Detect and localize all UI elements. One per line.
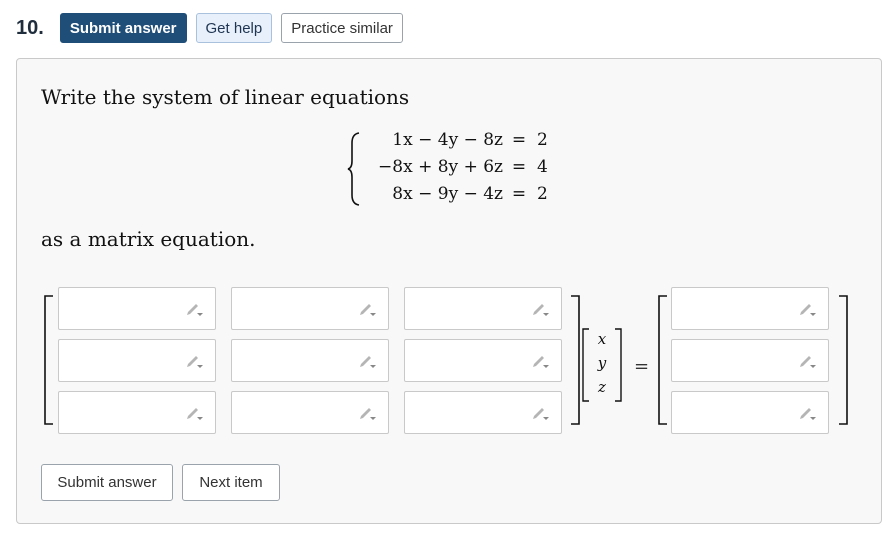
prompt-intro: Write the system of linear equations: [41, 85, 410, 109]
prompt-outro: as a matrix equation.: [41, 227, 256, 251]
pencil-icon[interactable]: [185, 302, 205, 318]
coefficient-cell-r3c2[interactable]: [231, 391, 389, 434]
question-toolbar: 10. Submit answer Get help Practice simi…: [16, 12, 412, 44]
equals-sign: =: [511, 130, 527, 150]
variable-vector: x y z: [582, 268, 622, 402]
pencil-icon[interactable]: [531, 354, 551, 370]
pencil-icon[interactable]: [185, 406, 205, 422]
vector-left-bracket: [582, 328, 589, 402]
coefficient-cell-r2c1[interactable]: [58, 339, 216, 382]
equation-row-3: 8x − 9y − 4z = 2: [347, 181, 587, 207]
equation-rhs: 4: [537, 157, 548, 177]
constant-cell-2[interactable]: [671, 339, 829, 382]
constant-right-bracket: [839, 295, 848, 425]
get-help-button[interactable]: Get help: [195, 13, 273, 43]
equation-rhs: 2: [537, 130, 548, 150]
practice-similar-button[interactable]: Practice similar: [281, 13, 403, 43]
equals-sign: =: [511, 184, 527, 204]
pencil-icon[interactable]: [358, 302, 378, 318]
coefficient-cell-r1c1[interactable]: [58, 287, 216, 330]
coefficient-cell-r1c2[interactable]: [231, 287, 389, 330]
equation-rhs: 2: [537, 184, 548, 204]
variable-z: z: [598, 378, 606, 396]
equation-system: 1x − 4y − 8z = 2 −8x + 8y + 6z = 4 8x − …: [347, 123, 587, 211]
coefficient-cell-r2c2[interactable]: [231, 339, 389, 382]
coefficient-cell-r3c1[interactable]: [58, 391, 216, 434]
constant-cell-1[interactable]: [671, 287, 829, 330]
submit-answer-button[interactable]: Submit answer: [59, 13, 187, 43]
next-item-button[interactable]: Next item: [182, 464, 280, 501]
pencil-icon[interactable]: [798, 302, 818, 318]
pencil-icon[interactable]: [185, 354, 205, 370]
vector-right-bracket: [615, 328, 622, 402]
equation-lhs: 1x − 4y − 8z: [392, 130, 503, 150]
matrix-equals-sign: =: [634, 356, 650, 377]
matrix-right-bracket: [571, 295, 580, 425]
pencil-icon[interactable]: [358, 354, 378, 370]
constant-left-bracket: [658, 295, 667, 425]
equation-row-2: −8x + 8y + 6z = 4: [347, 154, 587, 180]
variable-y: y: [597, 354, 607, 372]
constant-cell-3[interactable]: [671, 391, 829, 434]
pencil-icon[interactable]: [358, 406, 378, 422]
submit-answer-bottom-button[interactable]: Submit answer: [41, 464, 173, 501]
pencil-icon[interactable]: [798, 354, 818, 370]
coefficient-cell-r1c3[interactable]: [404, 287, 562, 330]
pencil-icon[interactable]: [531, 406, 551, 422]
coefficient-cell-r3c3[interactable]: [404, 391, 562, 434]
question-number: 10.: [16, 16, 44, 39]
pencil-icon[interactable]: [798, 406, 818, 422]
variable-x: x: [597, 330, 607, 348]
equals-sign: =: [511, 157, 527, 177]
equation-lhs: −8x + 8y + 6z: [378, 157, 503, 177]
coefficient-cell-r2c3[interactable]: [404, 339, 562, 382]
equation-lhs: 8x − 9y − 4z: [392, 184, 503, 204]
pencil-icon[interactable]: [531, 302, 551, 318]
matrix-left-bracket: [44, 295, 53, 425]
equation-row-1: 1x − 4y − 8z = 2: [347, 127, 587, 153]
